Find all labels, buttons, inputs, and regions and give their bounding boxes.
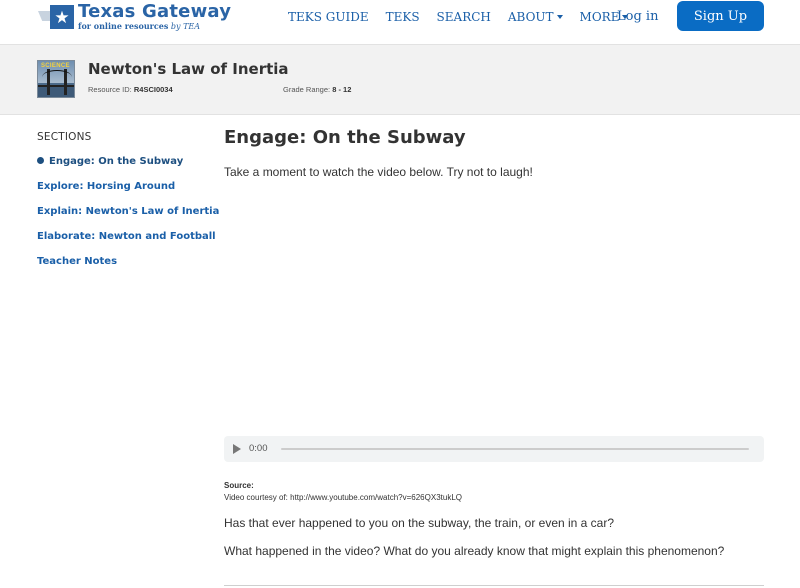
- play-icon[interactable]: [233, 444, 241, 454]
- media-player: 0:00: [224, 436, 764, 462]
- section-explain[interactable]: Explain: Newton's Law of Inertia: [37, 206, 219, 217]
- section-engage[interactable]: Engage: On the Subway: [37, 156, 183, 167]
- resource-id: Resource ID: R4SCI0034: [88, 85, 173, 94]
- intro-text: Take a moment to watch the video below. …: [224, 165, 533, 179]
- progress-bar[interactable]: [281, 448, 749, 450]
- logo-title: Texas Gateway: [78, 1, 232, 22]
- player-time: 0:00: [249, 443, 268, 454]
- question-2: What happened in the video? What do you …: [224, 544, 725, 558]
- section-teacher-notes[interactable]: Teacher Notes: [37, 256, 117, 267]
- nav-teks-guide[interactable]: TEKS GUIDE: [288, 10, 369, 24]
- section-title: Engage: On the Subway: [224, 127, 466, 148]
- sections-heading: SECTIONS: [37, 131, 92, 143]
- video-area[interactable]: [224, 190, 764, 436]
- question-1: Has that ever happened to you on the sub…: [224, 516, 615, 530]
- resource-thumbnail: SCIENCE: [37, 60, 75, 98]
- nav-teks[interactable]: TEKS: [386, 10, 420, 24]
- resource-header: SCIENCE Newton's Law of Inertia Resource…: [0, 45, 800, 115]
- resource-title: Newton's Law of Inertia: [88, 60, 289, 78]
- login-link[interactable]: Log in: [617, 9, 658, 24]
- texas-gateway-logo[interactable]: ★ Texas Gateway for online resources by …: [36, 2, 231, 32]
- nav-search[interactable]: SEARCH: [437, 10, 491, 24]
- star-flag-icon: ★: [36, 3, 76, 31]
- grade-range: Grade Range: 8 - 12: [283, 85, 352, 94]
- source-text: Video courtesy of: http://www.youtube.co…: [224, 493, 462, 502]
- section-explore[interactable]: Explore: Horsing Around: [37, 181, 175, 192]
- section-elaborate[interactable]: Elaborate: Newton and Football: [37, 231, 216, 242]
- main-nav: TEKS GUIDE TEKS SEARCH ABOUT MORE: [288, 10, 645, 24]
- top-navigation: ★ Texas Gateway for online resources by …: [0, 0, 800, 45]
- divider: [224, 585, 764, 586]
- source-label: Source:: [224, 481, 254, 490]
- caret-down-icon: [556, 15, 563, 19]
- logo-subtitle: for online resources by TEA: [78, 21, 201, 31]
- thumbnail-label: SCIENCE: [41, 63, 70, 69]
- active-dot-icon: [37, 157, 44, 164]
- sign-up-button[interactable]: Sign Up: [677, 1, 764, 31]
- nav-about[interactable]: ABOUT: [508, 10, 563, 24]
